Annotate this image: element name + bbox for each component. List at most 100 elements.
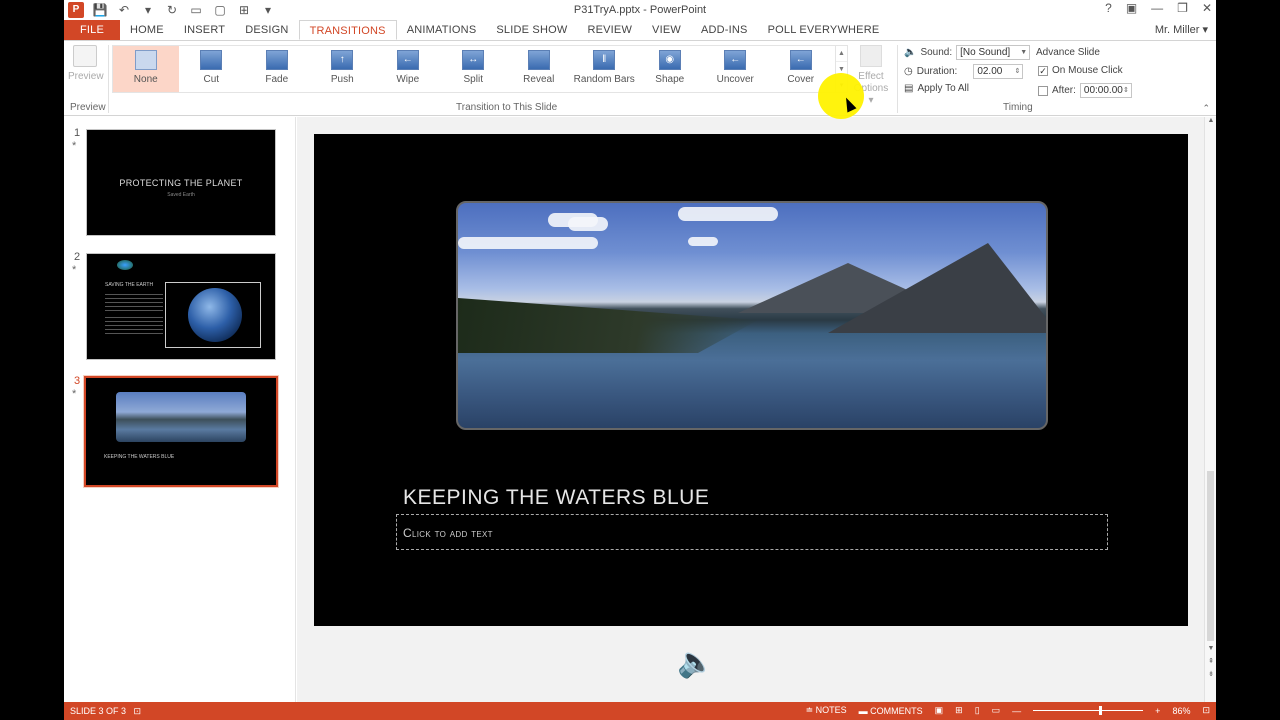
tab-design[interactable]: DESIGN	[235, 20, 298, 40]
timing-group-label: Timing	[1003, 102, 1033, 113]
preview-group-label: Preview	[70, 102, 106, 113]
current-slide[interactable]: KEEPING THE WATERS BLUE Click to add tex…	[314, 134, 1188, 626]
fit-slide-icon[interactable]: ⊡	[1202, 705, 1210, 716]
tab-transitions[interactable]: TRANSITIONS	[298, 20, 397, 40]
preview-label: Preview	[68, 71, 104, 82]
minimize-icon[interactable]: —	[1151, 1, 1163, 15]
after-label: After:	[1052, 85, 1076, 96]
transition-label: Wipe	[396, 74, 420, 85]
transition-glyph: ◉	[665, 54, 675, 65]
timing-group: 🔈 Sound: [No Sound] ▼ ◷ Duration: 02.00 ⇕ …	[902, 44, 1214, 100]
subtitle-placeholder[interactable]: Click to add text	[396, 514, 1108, 550]
audio-speaker-icon[interactable]: 🔈	[677, 645, 714, 680]
slide-thumbnail-1[interactable]: PROTECTING THE PLANET Saved Earth	[86, 129, 276, 236]
user-name[interactable]: Mr. Miller ▾	[1155, 23, 1208, 36]
duration-input[interactable]: 02.00 ⇕	[973, 64, 1024, 79]
tab-file[interactable]: FILE	[64, 20, 121, 40]
on-mouse-click-row[interactable]: ✓ On Mouse Click	[1038, 65, 1123, 76]
gallery-up-icon[interactable]: ▲	[836, 46, 847, 62]
transition-push[interactable]: ↑ Push	[310, 46, 376, 92]
vertical-scrollbar[interactable]: ▲ ▼ ⇞ ⇟	[1204, 117, 1216, 702]
tab-home[interactable]: HOME	[120, 20, 174, 40]
transition-split[interactable]: ↔ Split	[441, 46, 507, 92]
transition-glyph: ↔	[468, 54, 479, 65]
preview-button[interactable]: Preview	[68, 45, 104, 82]
thumb-subtitle: Saved Earth	[167, 192, 195, 198]
transition-cut[interactable]: Cut	[179, 46, 245, 92]
duration-row: ◷ Duration: 02.00 ⇕	[904, 64, 1024, 79]
transition-glyph: ←	[795, 54, 806, 65]
slide-counter: SLIDE 3 OF 3	[70, 706, 127, 716]
sound-icon: 🔈	[904, 47, 917, 58]
collapse-ribbon-icon[interactable]: ⌃	[1202, 103, 1210, 114]
transition-thumb-icon	[134, 50, 157, 70]
mountain-shape	[828, 243, 1046, 333]
comments-button[interactable]: ▬ COMMENTS	[859, 706, 923, 716]
close-icon[interactable]: ✕	[1202, 1, 1212, 15]
normal-view-icon[interactable]: ▣	[935, 705, 944, 716]
tab-poll-everywhere[interactable]: POLL EVERYWHERE	[758, 20, 890, 40]
transition-shape[interactable]: ◉ Shape	[637, 46, 703, 92]
on-mouse-click-checkbox[interactable]: ✓	[1038, 65, 1048, 76]
slide-thumbnail-2[interactable]: SAVING THE EARTH	[86, 253, 276, 360]
notes-label: NOTES	[815, 705, 847, 715]
slide-number: 3	[74, 375, 81, 387]
slide-sorter-icon[interactable]: ⊞	[955, 705, 963, 716]
transition-thumb-icon: ←	[789, 50, 812, 70]
thumb-body-text	[105, 294, 163, 337]
tab-review[interactable]: REVIEW	[577, 20, 642, 40]
scroll-up-icon[interactable]: ▲	[1205, 117, 1216, 124]
apply-all-button[interactable]: ▤ Apply To All	[904, 83, 969, 94]
notes-button[interactable]: ≐ NOTES	[806, 705, 847, 716]
transition-random-bars[interactable]: ‖ Random Bars	[572, 46, 638, 92]
transition-reveal[interactable]: Reveal	[506, 46, 572, 92]
tab-animations[interactable]: ANIMATIONS	[397, 20, 487, 40]
left-black-border	[0, 0, 64, 720]
ribbon-display-icon[interactable]: ▣	[1126, 1, 1137, 15]
previous-slide-icon[interactable]: ⇞	[1205, 657, 1216, 665]
after-input[interactable]: 00:00.00 ⇕	[1079, 83, 1132, 98]
transition-uncover[interactable]: ← Uncover	[703, 46, 769, 92]
zoom-slider[interactable]	[1033, 706, 1144, 715]
transition-label: Random Bars	[573, 74, 635, 85]
transition-label: Shape	[655, 74, 685, 85]
powerpoint-window: P 💾 ↶ ▾ ↻ ▭ ▢ ⊞ ▾ P31TryA.pptx - PowerPo…	[64, 0, 1216, 720]
spelling-icon[interactable]: ⊡	[134, 706, 142, 716]
slide-title[interactable]: KEEPING THE WATERS BLUE	[403, 486, 709, 510]
status-left: SLIDE 3 OF 3 ⊡	[70, 706, 141, 717]
transition-thumb-icon: ←	[724, 50, 747, 70]
help-icon[interactable]: ?	[1105, 1, 1112, 15]
transition-thumb-icon: ↔	[462, 50, 485, 70]
spinner-icon[interactable]: ⇕	[1123, 84, 1129, 97]
transition-glyph	[267, 51, 287, 69]
sound-dropdown[interactable]: [No Sound] ▼	[956, 45, 1031, 60]
slide-thumbnail-3[interactable]: KEEPING THE WATERS BLUE	[83, 375, 279, 488]
thumb-title: SAVING THE EARTH	[105, 282, 154, 288]
zoom-level[interactable]: 86%	[1172, 706, 1190, 716]
tab-add-ins[interactable]: ADD-INS	[691, 20, 758, 40]
zoom-in-icon[interactable]: +	[1155, 706, 1160, 716]
transition-wipe[interactable]: ← Wipe	[375, 46, 441, 92]
scroll-thumb[interactable]	[1207, 471, 1214, 641]
lake-mountain-photo[interactable]	[456, 201, 1048, 430]
transition-glyph: ‖	[602, 54, 607, 65]
window-title: P31TryA.pptx - PowerPoint	[573, 4, 707, 16]
scroll-down-icon[interactable]: ▼	[1205, 645, 1216, 652]
transition-thumb-icon: ◉	[658, 50, 681, 70]
tab-insert[interactable]: INSERT	[174, 20, 235, 40]
next-slide-icon[interactable]: ⇟	[1205, 670, 1216, 678]
tab-slide-show[interactable]: SLIDE SHOW	[486, 20, 577, 40]
slideshow-icon[interactable]: ▭	[992, 705, 1001, 716]
tab-view[interactable]: VIEW	[642, 20, 691, 40]
subtitle-placeholder-text: Click to add text	[403, 526, 493, 540]
transition-none[interactable]: None	[113, 46, 179, 92]
reading-view-icon[interactable]: ▯	[975, 705, 980, 716]
transition-label: Cut	[203, 74, 220, 85]
preview-icon	[73, 45, 97, 67]
transition-gallery: None Cut Fade ↑ Push ← Wipe ↔ Split Reveal ‖ Random…	[112, 45, 836, 93]
restore-icon[interactable]: ❐	[1177, 1, 1188, 15]
after-checkbox[interactable]	[1038, 85, 1048, 96]
spinner-icon[interactable]: ⇕	[1014, 65, 1020, 78]
transition-fade[interactable]: Fade	[244, 46, 310, 92]
zoom-out-icon[interactable]: —	[1012, 706, 1021, 716]
